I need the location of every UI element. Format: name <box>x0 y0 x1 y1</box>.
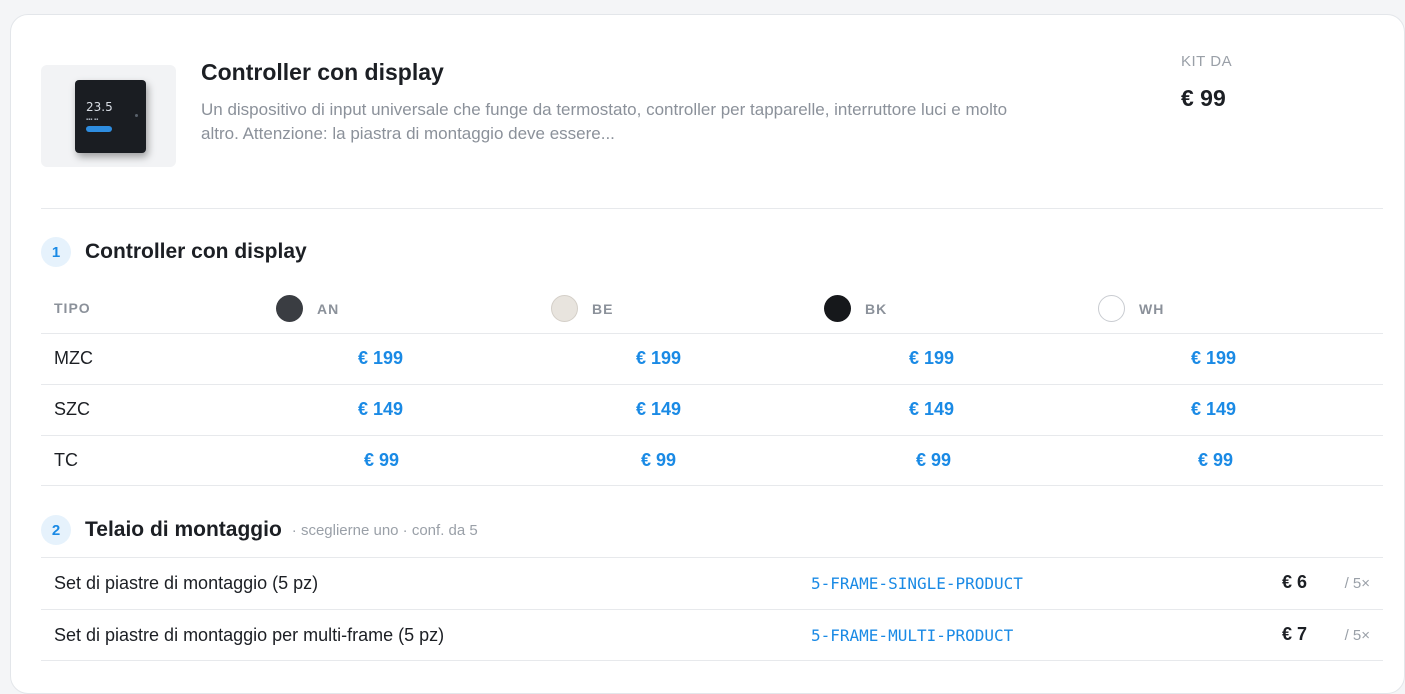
section-title: Controller con display <box>85 240 307 263</box>
variant-type: TC <box>54 450 78 470</box>
step-number-badge: 2 <box>41 515 71 545</box>
frame-item-quantity: / 5× <box>1344 627 1370 644</box>
price-link-be[interactable]: € 99 <box>641 450 676 471</box>
section-frame-heading: 2 Telaio di montaggio · sceglierne uno ·… <box>41 515 478 545</box>
variant-type: SZC <box>54 399 90 419</box>
frame-item-sku[interactable]: 5-FRAME-SINGLE-PRODUCT <box>811 574 1023 593</box>
frame-item-single[interactable]: Set di piastre di montaggio (5 pz) 5-FRA… <box>41 557 1383 609</box>
color-swatch-wh[interactable] <box>1098 295 1125 322</box>
color-option-bk[interactable]: BK <box>824 295 887 322</box>
variant-row-szc: SZC € 149 € 149 € 149 € 149 <box>41 384 1383 435</box>
price-link-bk[interactable]: € 99 <box>916 450 951 471</box>
price-link-wh[interactable]: € 99 <box>1198 450 1233 471</box>
color-label: AN <box>317 300 340 317</box>
color-label: BK <box>865 300 888 317</box>
kit-price-label: KIT DA <box>1181 53 1233 70</box>
device-pill <box>86 126 112 132</box>
section-note: · sceglierne uno · conf. da 5 <box>291 521 478 539</box>
frame-item-price: € 7 <box>1281 624 1307 644</box>
controller-device-illustration: 23.5 ▪▪▪ ▪▪ <box>75 80 146 153</box>
type-column-header: TIPO <box>54 300 91 316</box>
frame-item-name: Set di piastre di montaggio (5 pz) <box>54 573 319 593</box>
device-sensor-dot <box>135 114 138 117</box>
frame-item-multi[interactable]: Set di piastre di montaggio per multi-fr… <box>41 609 1383 661</box>
color-swatch-an[interactable] <box>276 295 303 322</box>
step-number-badge: 1 <box>41 237 71 267</box>
product-image[interactable]: 23.5 ▪▪▪ ▪▪ <box>41 65 176 167</box>
price-link-wh[interactable]: € 199 <box>1191 348 1236 369</box>
variant-table-header: TIPO AN BE BK WH <box>41 295 1383 335</box>
kit-price-value: € 99 <box>1181 85 1226 111</box>
price-link-an[interactable]: € 99 <box>364 450 399 471</box>
color-swatch-be[interactable] <box>551 295 578 322</box>
product-title[interactable]: Controller con display <box>201 59 444 86</box>
product-card: 23.5 ▪▪▪ ▪▪ Controller con display Un di… <box>10 14 1405 694</box>
price-link-bk[interactable]: € 199 <box>909 348 954 369</box>
section-controller-heading: 1 Controller con display <box>41 237 307 267</box>
device-temperature: 23.5 <box>86 100 113 114</box>
price-link-an[interactable]: € 149 <box>358 399 403 420</box>
product-description: Un dispositivo di input universale che f… <box>201 100 1008 143</box>
variant-type: MZC <box>54 348 93 368</box>
header-divider <box>41 208 1383 209</box>
variant-row-tc: TC € 99 € 99 € 99 € 99 <box>41 435 1383 486</box>
price-link-bk[interactable]: € 149 <box>909 399 954 420</box>
price-link-wh[interactable]: € 149 <box>1191 399 1236 420</box>
variant-row-mzc: MZC € 199 € 199 € 199 € 199 <box>41 333 1383 384</box>
price-link-an[interactable]: € 199 <box>358 348 403 369</box>
color-label: BE <box>592 300 614 317</box>
color-label: WH <box>1139 300 1165 317</box>
frame-item-sku[interactable]: 5-FRAME-MULTI-PRODUCT <box>811 626 1013 645</box>
frame-item-name: Set di piastre di montaggio per multi-fr… <box>54 625 445 645</box>
color-option-an[interactable]: AN <box>276 295 339 322</box>
color-option-be[interactable]: BE <box>551 295 613 322</box>
color-swatch-bk[interactable] <box>824 295 851 322</box>
frame-item-price: € 6 <box>1281 572 1307 592</box>
frame-item-quantity: / 5× <box>1344 575 1370 592</box>
price-link-be[interactable]: € 149 <box>636 399 681 420</box>
color-option-wh[interactable]: WH <box>1098 295 1164 322</box>
device-subtext: ▪▪▪ ▪▪ <box>86 117 99 123</box>
section-title: Telaio di montaggio <box>85 518 282 541</box>
price-link-be[interactable]: € 199 <box>636 348 681 369</box>
